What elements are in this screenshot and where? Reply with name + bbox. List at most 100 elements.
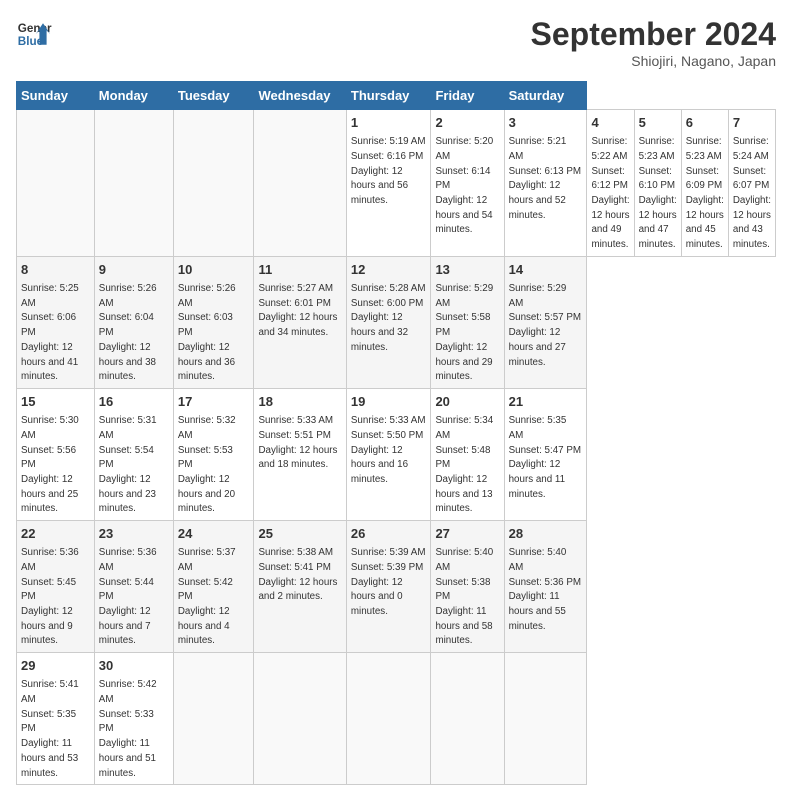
calendar-cell [254,110,346,257]
calendar-cell [173,653,254,785]
calendar-cell: 14 Sunrise: 5:29 AMSunset: 5:57 PMDaylig… [504,256,587,388]
calendar-cell: 18 Sunrise: 5:33 AMSunset: 5:51 PMDaylig… [254,388,346,520]
calendar-cell: 17 Sunrise: 5:32 AMSunset: 5:53 PMDaylig… [173,388,254,520]
day-info: Sunrise: 5:36 AMSunset: 5:44 PMDaylight:… [99,547,157,646]
day-number: 14 [509,261,583,279]
column-header-wednesday: Wednesday [254,82,346,110]
calendar-week-3: 15 Sunrise: 5:30 AMSunset: 5:56 PMDaylig… [17,388,776,520]
day-number: 17 [178,393,250,411]
calendar-cell: 23 Sunrise: 5:36 AMSunset: 5:44 PMDaylig… [94,521,173,653]
day-number: 9 [99,261,169,279]
day-number: 7 [733,114,771,132]
day-info: Sunrise: 5:40 AMSunset: 5:36 PMDaylight:… [509,547,581,632]
calendar-cell: 13 Sunrise: 5:29 AMSunset: 5:58 PMDaylig… [431,256,504,388]
calendar-cell: 3 Sunrise: 5:21 AMSunset: 6:13 PMDayligh… [504,110,587,257]
calendar-cell: 25 Sunrise: 5:38 AMSunset: 5:41 PMDaylig… [254,521,346,653]
calendar-cell: 19 Sunrise: 5:33 AMSunset: 5:50 PMDaylig… [346,388,431,520]
day-info: Sunrise: 5:32 AMSunset: 5:53 PMDaylight:… [178,415,236,514]
calendar-week-1: 1 Sunrise: 5:19 AMSunset: 6:16 PMDayligh… [17,110,776,257]
day-info: Sunrise: 5:26 AMSunset: 6:04 PMDaylight:… [99,283,157,382]
calendar-week-4: 22 Sunrise: 5:36 AMSunset: 5:45 PMDaylig… [17,521,776,653]
calendar-cell [504,653,587,785]
calendar-cell [17,110,95,257]
calendar-cell: 21 Sunrise: 5:35 AMSunset: 5:47 PMDaylig… [504,388,587,520]
day-number: 2 [435,114,499,132]
day-info: Sunrise: 5:33 AMSunset: 5:51 PMDaylight:… [258,415,337,470]
logo: General Blue [16,16,52,52]
day-number: 28 [509,525,583,543]
day-info: Sunrise: 5:25 AMSunset: 6:06 PMDaylight:… [21,283,79,382]
day-number: 5 [639,114,677,132]
day-number: 10 [178,261,250,279]
column-header-saturday: Saturday [504,82,587,110]
calendar-week-5: 29 Sunrise: 5:41 AMSunset: 5:35 PMDaylig… [17,653,776,785]
day-info: Sunrise: 5:23 AMSunset: 6:09 PMDaylight:… [686,136,724,250]
calendar-cell: 30 Sunrise: 5:42 AMSunset: 5:33 PMDaylig… [94,653,173,785]
day-info: Sunrise: 5:29 AMSunset: 5:57 PMDaylight:… [509,283,581,368]
logo-icon: General Blue [16,16,52,52]
day-number: 18 [258,393,341,411]
day-info: Sunrise: 5:37 AMSunset: 5:42 PMDaylight:… [178,547,236,646]
day-info: Sunrise: 5:23 AMSunset: 6:10 PMDaylight:… [639,136,677,250]
day-number: 15 [21,393,90,411]
day-number: 6 [686,114,724,132]
calendar-cell [431,653,504,785]
svg-text:General: General [18,22,52,35]
day-info: Sunrise: 5:39 AMSunset: 5:39 PMDaylight:… [351,547,426,617]
column-header-thursday: Thursday [346,82,431,110]
day-info: Sunrise: 5:42 AMSunset: 5:33 PMDaylight:… [99,679,157,778]
column-header-sunday: Sunday [17,82,95,110]
day-number: 16 [99,393,169,411]
calendar-cell: 29 Sunrise: 5:41 AMSunset: 5:35 PMDaylig… [17,653,95,785]
day-info: Sunrise: 5:27 AMSunset: 6:01 PMDaylight:… [258,283,337,338]
day-info: Sunrise: 5:30 AMSunset: 5:56 PMDaylight:… [21,415,79,514]
calendar-cell: 22 Sunrise: 5:36 AMSunset: 5:45 PMDaylig… [17,521,95,653]
day-info: Sunrise: 5:21 AMSunset: 6:13 PMDaylight:… [509,136,581,221]
day-number: 22 [21,525,90,543]
calendar-cell: 9 Sunrise: 5:26 AMSunset: 6:04 PMDayligh… [94,256,173,388]
calendar-cell: 27 Sunrise: 5:40 AMSunset: 5:38 PMDaylig… [431,521,504,653]
calendar-cell: 8 Sunrise: 5:25 AMSunset: 6:06 PMDayligh… [17,256,95,388]
day-info: Sunrise: 5:19 AMSunset: 6:16 PMDaylight:… [351,136,426,206]
calendar-cell: 11 Sunrise: 5:27 AMSunset: 6:01 PMDaylig… [254,256,346,388]
day-info: Sunrise: 5:38 AMSunset: 5:41 PMDaylight:… [258,547,337,602]
calendar-cell: 12 Sunrise: 5:28 AMSunset: 6:00 PMDaylig… [346,256,431,388]
calendar-cell: 24 Sunrise: 5:37 AMSunset: 5:42 PMDaylig… [173,521,254,653]
calendar-cell [94,110,173,257]
day-number: 13 [435,261,499,279]
day-number: 29 [21,657,90,675]
calendar-cell: 2 Sunrise: 5:20 AMSunset: 6:14 PMDayligh… [431,110,504,257]
day-number: 20 [435,393,499,411]
day-number: 26 [351,525,427,543]
column-header-tuesday: Tuesday [173,82,254,110]
day-number: 4 [591,114,629,132]
day-info: Sunrise: 5:40 AMSunset: 5:38 PMDaylight:… [435,547,493,646]
calendar-cell [346,653,431,785]
day-number: 24 [178,525,250,543]
day-number: 21 [509,393,583,411]
calendar-week-2: 8 Sunrise: 5:25 AMSunset: 6:06 PMDayligh… [17,256,776,388]
day-info: Sunrise: 5:28 AMSunset: 6:00 PMDaylight:… [351,283,426,353]
title-block: September 2024 Shiojiri, Nagano, Japan [531,16,776,69]
day-number: 30 [99,657,169,675]
calendar-cell: 10 Sunrise: 5:26 AMSunset: 6:03 PMDaylig… [173,256,254,388]
calendar-cell: 6 Sunrise: 5:23 AMSunset: 6:09 PMDayligh… [681,110,728,257]
day-info: Sunrise: 5:26 AMSunset: 6:03 PMDaylight:… [178,283,236,382]
day-info: Sunrise: 5:20 AMSunset: 6:14 PMDaylight:… [435,136,493,235]
calendar-cell [173,110,254,257]
calendar-table: SundayMondayTuesdayWednesdayThursdayFrid… [16,81,776,785]
column-header-friday: Friday [431,82,504,110]
day-info: Sunrise: 5:34 AMSunset: 5:48 PMDaylight:… [435,415,493,514]
day-number: 1 [351,114,427,132]
day-info: Sunrise: 5:35 AMSunset: 5:47 PMDaylight:… [509,415,581,500]
day-info: Sunrise: 5:36 AMSunset: 5:45 PMDaylight:… [21,547,79,646]
calendar-cell: 7 Sunrise: 5:24 AMSunset: 6:07 PMDayligh… [728,110,775,257]
calendar-cell: 26 Sunrise: 5:39 AMSunset: 5:39 PMDaylig… [346,521,431,653]
calendar-cell: 1 Sunrise: 5:19 AMSunset: 6:16 PMDayligh… [346,110,431,257]
column-header-monday: Monday [94,82,173,110]
day-number: 8 [21,261,90,279]
calendar-cell: 20 Sunrise: 5:34 AMSunset: 5:48 PMDaylig… [431,388,504,520]
location-subtitle: Shiojiri, Nagano, Japan [531,53,776,69]
calendar-cell: 16 Sunrise: 5:31 AMSunset: 5:54 PMDaylig… [94,388,173,520]
calendar-cell: 28 Sunrise: 5:40 AMSunset: 5:36 PMDaylig… [504,521,587,653]
